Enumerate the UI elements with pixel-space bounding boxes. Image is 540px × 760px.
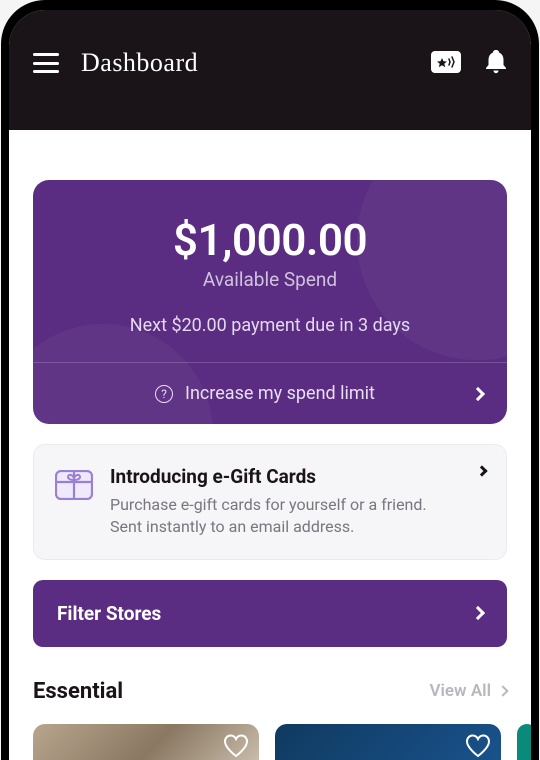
gift-card-icon	[54, 465, 94, 505]
notifications-icon[interactable]	[485, 50, 507, 74]
gift-banner-description: Purchase e-gift cards for yourself or a …	[110, 494, 462, 539]
heart-icon[interactable]	[223, 734, 249, 760]
section-title: Essential	[33, 679, 123, 704]
section-header: Essential View All	[33, 679, 507, 704]
header-left: Dashboard	[33, 48, 198, 78]
balance-summary: $1,000.00 Available Spend Next $20.00 pa…	[33, 180, 507, 362]
filter-stores-button[interactable]: Filter Stores	[33, 580, 507, 647]
next-payment-text: Next $20.00 payment due in 3 days	[57, 315, 483, 336]
chevron-right-icon	[497, 686, 508, 697]
store-carousel[interactable]	[33, 724, 507, 760]
chevron-right-icon	[471, 606, 485, 620]
balance-label: Available Spend	[57, 268, 483, 291]
heart-icon[interactable]	[465, 734, 491, 760]
gift-card-banner[interactable]: Introducing e-Gift Cards Purchase e-gift…	[33, 444, 507, 560]
help-icon: ?	[155, 385, 173, 403]
increase-limit-button[interactable]: ? Increase my spend limit	[33, 363, 507, 424]
gift-banner-content: Introducing e-Gift Cards Purchase e-gift…	[110, 465, 486, 539]
store-card[interactable]	[33, 724, 259, 760]
view-all-button[interactable]: View All	[429, 681, 507, 701]
balance-amount: $1,000.00	[57, 214, 483, 266]
view-all-label: View All	[429, 681, 491, 701]
phone-screen: Dashboard	[9, 10, 531, 760]
page-title: Dashboard	[81, 48, 198, 78]
store-card[interactable]	[275, 724, 501, 760]
main-content: $1,000.00 Available Spend Next $20.00 pa…	[9, 130, 531, 760]
balance-card: $1,000.00 Available Spend Next $20.00 pa…	[33, 180, 507, 424]
app-header: Dashboard	[9, 10, 531, 130]
increase-limit-label: Increase my spend limit	[185, 383, 375, 404]
ticket-icon[interactable]	[431, 51, 461, 73]
chevron-right-icon	[471, 386, 485, 400]
store-card[interactable]	[517, 724, 531, 760]
filter-label: Filter Stores	[57, 602, 161, 625]
header-right	[431, 48, 507, 74]
gift-banner-title: Introducing e-Gift Cards	[110, 465, 462, 488]
menu-icon[interactable]	[33, 53, 59, 73]
phone-frame: Dashboard	[1, 0, 539, 760]
